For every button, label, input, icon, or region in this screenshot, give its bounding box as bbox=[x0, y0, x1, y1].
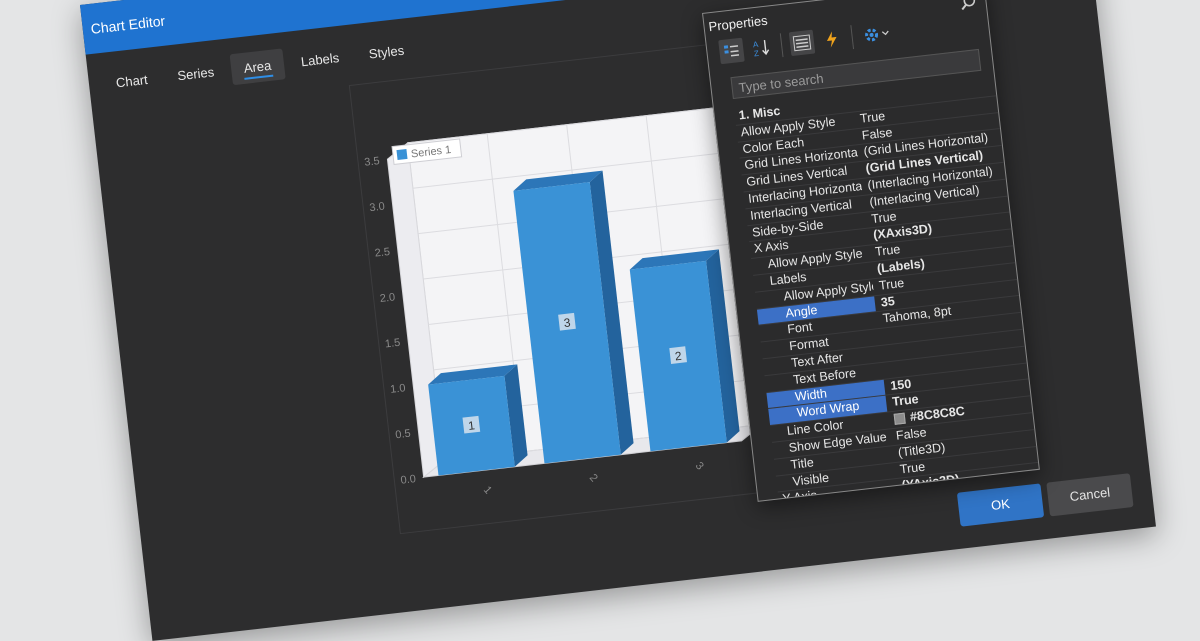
alphabetical-icon[interactable]: AZ bbox=[748, 34, 775, 61]
tab-series[interactable]: Series bbox=[163, 55, 229, 93]
property-value-text: True bbox=[891, 392, 920, 410]
property-value-text: True bbox=[859, 108, 886, 126]
property-value-text: 150 bbox=[889, 376, 912, 393]
property-value-text: True bbox=[899, 459, 926, 477]
property-value-text: True bbox=[878, 275, 905, 293]
property-grid: 1. Misc Allow Apply Style True Color Each Fa… bbox=[734, 79, 1040, 502]
y-tick-label: 1.0 bbox=[390, 382, 407, 396]
categorized-icon[interactable] bbox=[718, 37, 745, 65]
property-value-text: True bbox=[874, 242, 902, 260]
property-value-text: 35 bbox=[880, 293, 896, 310]
legend-swatch bbox=[396, 148, 408, 161]
y-tick-label: 3.0 bbox=[369, 201, 386, 215]
y-tick-label: 1.5 bbox=[384, 337, 401, 351]
properties-icon[interactable] bbox=[788, 29, 816, 57]
x-tick-label: 1 bbox=[481, 484, 494, 497]
svg-text:A: A bbox=[752, 40, 759, 50]
color-swatch bbox=[893, 412, 906, 426]
tab-area[interactable]: Area bbox=[229, 48, 286, 86]
cancel-button[interactable]: Cancel bbox=[1046, 473, 1134, 517]
events-icon[interactable] bbox=[819, 26, 846, 53]
y-tick-label: 0.5 bbox=[395, 428, 412, 442]
toolbar-separator bbox=[850, 25, 855, 50]
settings-icon[interactable] bbox=[859, 20, 895, 48]
y-tick-label: 2.5 bbox=[374, 246, 391, 260]
x-tick-label: 3 bbox=[693, 460, 706, 473]
y-tick-label: 3.5 bbox=[364, 155, 381, 169]
properties-title: Properties bbox=[707, 12, 769, 35]
properties-panel: Properties AZ 1. MiscAllow Apply StyleTr… bbox=[702, 0, 1040, 502]
x-tick-label: 2 bbox=[587, 472, 600, 485]
tab-chart[interactable]: Chart bbox=[101, 62, 162, 99]
toolbar-separator bbox=[779, 33, 784, 58]
svg-text:Z: Z bbox=[753, 49, 759, 58]
property-value-text: True bbox=[870, 208, 898, 226]
property-value-text: False bbox=[861, 124, 894, 143]
y-tick-label: 2.0 bbox=[379, 291, 396, 305]
property-value-text: False bbox=[895, 425, 928, 443]
search-icon[interactable] bbox=[959, 0, 979, 18]
ok-button[interactable]: OK bbox=[956, 483, 1045, 527]
y-tick-label: 0.0 bbox=[400, 473, 417, 487]
window-title: Chart Editor bbox=[89, 12, 166, 37]
